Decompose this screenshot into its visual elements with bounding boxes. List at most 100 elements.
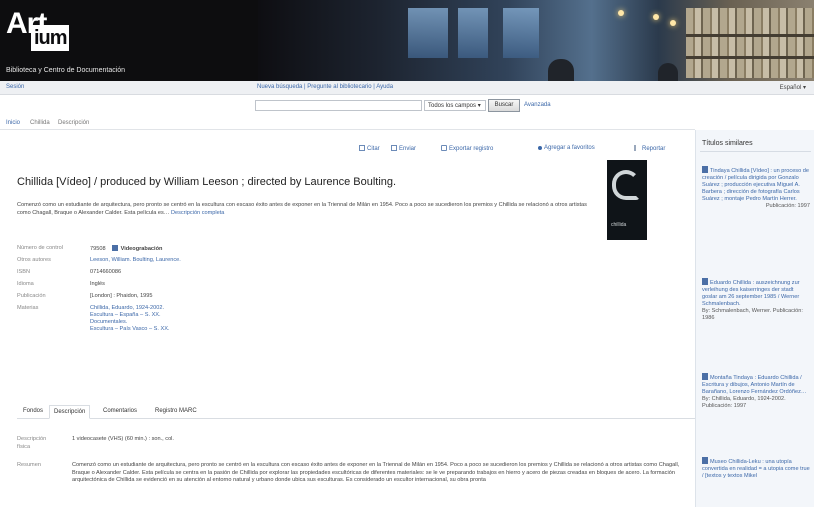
report-icon <box>634 145 640 151</box>
field-row: ISBN 0714660086 <box>17 269 317 279</box>
breadcrumb-current: Descripción <box>58 120 90 126</box>
email-icon <box>391 145 397 151</box>
search-button[interactable]: Buscar <box>488 99 520 112</box>
banner-light <box>670 20 676 26</box>
description-value: 1 videocasete (VHS) (60 min.) : son., co… <box>72 436 174 442</box>
similar-item-meta: Publicación: 1997 <box>765 203 810 209</box>
banner-window <box>503 8 539 58</box>
subject-link[interactable]: Documentales. <box>90 319 170 326</box>
description-label: Resumen <box>17 462 41 468</box>
similar-titles-sidebar: Títulos similares Tindaya Chillida [Víde… <box>695 130 814 507</box>
book-icon <box>702 166 708 173</box>
top-nav: Sesión Nueva búsqueda | Pregunte al bibl… <box>0 81 814 95</box>
cover-image[interactable]: chillida <box>607 160 647 240</box>
similar-item[interactable]: Museo Chillida-Leku : una utopía convert… <box>702 457 810 480</box>
login-link[interactable]: Sesión <box>6 84 24 90</box>
banner-figure <box>548 59 574 81</box>
favorites-label: Agregar a favoritos <box>544 145 595 151</box>
report-label: Reportar <box>642 146 666 152</box>
field-label: Número de control <box>17 245 64 251</box>
cite-button[interactable]: Citar <box>359 145 380 152</box>
header-banner: Art ium Biblioteca y Centro de Documenta… <box>0 0 814 81</box>
control-number: 79508 <box>90 246 106 252</box>
tab-comments[interactable]: Comentarios <box>99 405 141 419</box>
format-label: Videograbación <box>120 246 163 252</box>
video-format-icon <box>111 245 118 251</box>
description-label: Descripción física <box>17 436 47 450</box>
tab-holdings[interactable]: Fondos <box>19 405 47 419</box>
similar-item-meta: By: Schmalenbach, Werner. Publicación: 1… <box>702 308 803 321</box>
record-toolbar: Citar Enviar Exportar registro Agregar a… <box>0 145 695 155</box>
favorites-icon <box>538 146 542 150</box>
logo-text-box: ium <box>34 27 68 49</box>
language-select[interactable]: Español ▾ <box>780 84 806 91</box>
similar-item-title[interactable]: Eduardo Chillida : auszeichnung zur verl… <box>702 280 800 307</box>
favorites-button[interactable]: Agregar a favoritos <box>538 145 595 151</box>
description-value: Comenzó como un estudiante de arquitectu… <box>72 462 680 484</box>
field-row: Otros autores Leeson, William. Boulting,… <box>17 257 317 267</box>
sidebar-divider <box>700 151 811 152</box>
banner-light <box>618 10 624 16</box>
banner-window <box>408 8 448 58</box>
breadcrumb: Inicio Chillida Descripción <box>0 118 695 130</box>
similar-item[interactable]: Montaña Tindaya : Eduardo Chillida / Esc… <box>702 373 810 410</box>
similar-item-title[interactable]: Museo Chillida-Leku : una utopía convert… <box>702 459 810 479</box>
nav-links[interactable]: Nueva búsqueda | Pregunte al bibliotecar… <box>257 84 393 90</box>
breadcrumb-item[interactable]: Chillida <box>30 120 50 126</box>
field-value: [London] : Phaidon, 1995 <box>90 293 153 299</box>
subject-link[interactable]: Escultura – País Vasco – S. XX. <box>90 326 170 333</box>
banner-light <box>653 14 659 20</box>
field-label: Idioma <box>17 281 34 287</box>
field-row: Publicación [London] : Phaidon, 1995 <box>17 293 317 303</box>
cover-text: chillida <box>611 222 627 228</box>
report-button[interactable]: Reportar <box>634 145 665 152</box>
full-description-link[interactable]: Descripción completa <box>171 210 224 216</box>
field-value: 0714660086 <box>90 269 122 275</box>
cite-label: Citar <box>367 146 380 152</box>
search-input[interactable] <box>255 100 422 111</box>
field-value: Inglés <box>90 281 105 287</box>
record-tabs: Fondos Descripción Comentarios Registro … <box>17 405 697 419</box>
field-row: Materias Chillida, Eduardo, 1924-2002. E… <box>17 305 317 345</box>
similar-item-title[interactable]: Tindaya Chillida [Vídeo] : un proceso de… <box>702 168 809 202</box>
similar-item-title[interactable]: Montaña Tindaya : Eduardo Chillida / Esc… <box>702 375 806 395</box>
field-row: Idioma Inglés <box>17 281 317 291</box>
banner-window <box>458 8 488 58</box>
search-scope-value: Todos los campos <box>428 103 477 109</box>
email-button[interactable]: Enviar <box>391 145 416 152</box>
field-row: Número de control 79508 Videograbación <box>17 245 317 255</box>
similar-item[interactable]: Eduardo Chillida : auszeichnung zur verl… <box>702 278 810 322</box>
other-authors-link[interactable]: Leeson, William. Boulting, Laurence. <box>90 257 181 263</box>
breadcrumb-home[interactable]: Inicio <box>6 120 20 126</box>
field-value: 79508 Videograbación <box>90 245 162 252</box>
banner-bookshelf <box>686 8 814 78</box>
banner-figure <box>658 63 678 81</box>
sidebar-title: Títulos similares <box>702 140 753 147</box>
similar-item[interactable]: Tindaya Chillida [Vídeo] : un proceso de… <box>702 166 810 210</box>
export-icon <box>441 145 447 151</box>
tab-marc[interactable]: Registro MARC <box>151 405 201 419</box>
email-label: Enviar <box>399 146 417 152</box>
advanced-search-link[interactable]: Avanzada <box>524 102 551 108</box>
record-title: Chillida [Vídeo] / produced by William L… <box>17 176 397 188</box>
subjects-list: Chillida, Eduardo, 1924-2002. Escultura … <box>90 305 170 333</box>
record-summary: Comenzó como un estudiante de arquitectu… <box>17 202 597 217</box>
field-label: ISBN <box>17 269 31 275</box>
subject-link[interactable]: Chillida, Eduardo, 1924-2002. <box>90 305 170 312</box>
book-icon <box>702 457 708 464</box>
search-scope-select[interactable]: Todos los campos ▾ <box>424 100 486 111</box>
subject-link[interactable]: Escultura – España – S. XX. <box>90 312 170 319</box>
field-label: Otros autores <box>17 257 51 263</box>
artium-logo[interactable]: Art ium <box>6 8 126 56</box>
field-label: Publicación <box>17 293 46 299</box>
tab-description[interactable]: Descripción <box>49 405 91 419</box>
cover-sculpture-shape <box>612 170 640 200</box>
export-button[interactable]: Exportar registro <box>441 145 493 152</box>
banner-shelf-board <box>686 56 814 59</box>
banner-shelf-board <box>686 34 814 37</box>
similar-item-meta: By: Chillida, Eduardo, 1924-2002. Public… <box>702 396 786 409</box>
book-icon <box>702 278 708 285</box>
book-icon <box>702 373 708 380</box>
logo-box: ium <box>31 25 69 51</box>
search-bar: Todos los campos ▾ Buscar Avanzada <box>0 96 814 116</box>
